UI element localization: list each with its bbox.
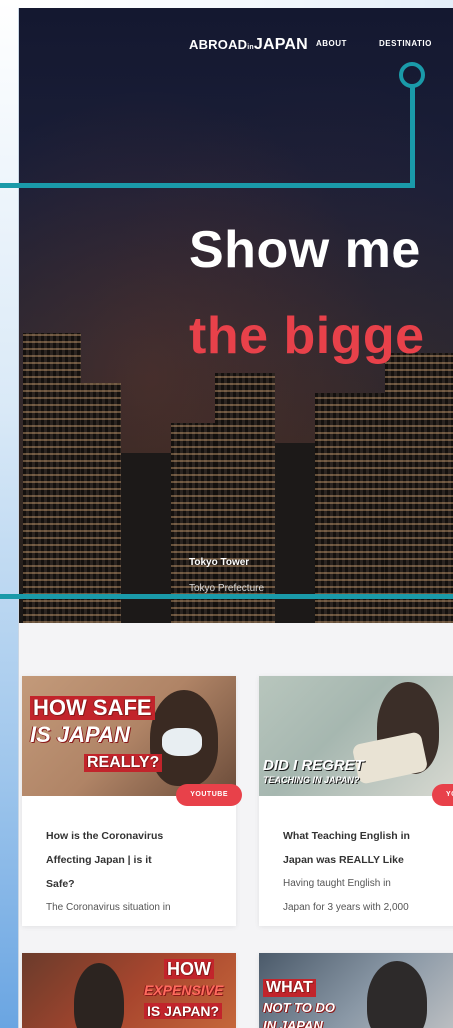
- card-title-line[interactable]: Affecting Japan | is it: [46, 848, 226, 872]
- hero-caption-place: Tokyo Tower: [189, 557, 250, 568]
- thumbnail-title-line-2: TEACHING IN JAPAN?: [263, 775, 360, 785]
- card-text: How is the Coronavirus Affecting Japan |…: [46, 824, 226, 920]
- video-thumbnail[interactable]: HOW SAFE IS JAPAN REALLY?: [22, 676, 236, 796]
- hero-title-line-1: Show me: [189, 221, 421, 279]
- video-thumbnail[interactable]: WHAT NOT TO DO IN JAPAN: [259, 953, 453, 1028]
- left-gradient-bar: [0, 0, 20, 1028]
- card-text: What Teaching English in Japan was REALL…: [283, 824, 453, 920]
- thumbnail-title-line-3: REALLY?: [84, 754, 163, 772]
- site-logo[interactable]: ABROADinJAPAN: [189, 36, 308, 54]
- thumbnail-title-line-1: WHAT: [263, 979, 316, 997]
- annotation-line-vertical: [410, 84, 415, 188]
- building: [315, 393, 385, 623]
- logo-text-japan: JAPAN: [253, 36, 308, 53]
- nav-link-about[interactable]: ABOUT: [316, 39, 347, 48]
- video-card[interactable]: HOW SAFE IS JAPAN REALLY? YOUTUBE How is…: [22, 676, 242, 926]
- annotation-ring: [399, 62, 425, 88]
- card-title-line[interactable]: How is the Coronavirus: [46, 824, 226, 848]
- logo-text-in: in: [247, 44, 254, 51]
- content-section: HOW SAFE IS JAPAN REALLY? YOUTUBE How is…: [19, 623, 453, 1028]
- thumbnail-title-line-2: NOT TO DO: [263, 1000, 335, 1015]
- card-description: Japan for 3 years with 2,000: [283, 902, 409, 913]
- face-mask-figure: [162, 728, 202, 756]
- nav-link-destinations[interactable]: DESTINATIO: [379, 39, 432, 48]
- person-figure: [74, 963, 124, 1028]
- card-title-line[interactable]: What Teaching English in: [283, 824, 453, 848]
- card-title-line[interactable]: Safe?: [46, 872, 226, 896]
- annotation-line-horizontal: [0, 183, 414, 188]
- logo-text-abroad: ABROAD: [189, 37, 248, 52]
- card-description: Having taught English in: [283, 878, 391, 889]
- hero-caption-region: Tokyo Prefecture: [189, 583, 265, 594]
- video-card[interactable]: WHAT NOT TO DO IN JAPAN: [259, 953, 453, 1028]
- video-card[interactable]: DID I REGRET TEACHING IN JAPAN? YOUTU Wh…: [259, 676, 453, 926]
- building: [81, 383, 121, 623]
- thumbnail-title-line-2: IS JAPAN: [30, 722, 130, 747]
- card-title-line[interactable]: Japan was REALLY Like: [283, 848, 453, 872]
- thumbnail-title-line-1: HOW SAFE: [30, 696, 155, 720]
- card-description: The Coronavirus situation in: [46, 902, 171, 913]
- video-thumbnail[interactable]: HOW EXPENSIVE IS JAPAN?: [22, 953, 236, 1028]
- video-thumbnail[interactable]: DID I REGRET TEACHING IN JAPAN?: [259, 676, 453, 796]
- thumbnail-title-line-1: DID I REGRET: [263, 757, 364, 774]
- youtube-badge[interactable]: YOUTU: [432, 784, 453, 806]
- person-figure: [367, 961, 427, 1028]
- thumbnail-title-line-3: IS JAPAN?: [144, 1003, 223, 1019]
- thumbnail-title-line-2: EXPENSIVE: [144, 982, 224, 998]
- thumbnail-title-line-1: HOW: [164, 959, 214, 979]
- website-screen: ABROADinJAPAN ABOUT DESTINATIO Show me t…: [18, 8, 453, 1028]
- youtube-badge[interactable]: YOUTUBE: [176, 784, 242, 806]
- top-navigation: ABROADinJAPAN ABOUT DESTINATIO: [19, 32, 453, 58]
- building: [23, 333, 81, 623]
- hero-title-line-2: the bigge: [189, 307, 425, 365]
- annotation-line-section-divider: [0, 594, 453, 599]
- building: [385, 353, 453, 623]
- hero-section: ABROADinJAPAN ABOUT DESTINATIO Show me t…: [19, 8, 453, 623]
- video-card[interactable]: HOW EXPENSIVE IS JAPAN?: [22, 953, 236, 1028]
- thumbnail-title-line-3: IN JAPAN: [263, 1018, 323, 1028]
